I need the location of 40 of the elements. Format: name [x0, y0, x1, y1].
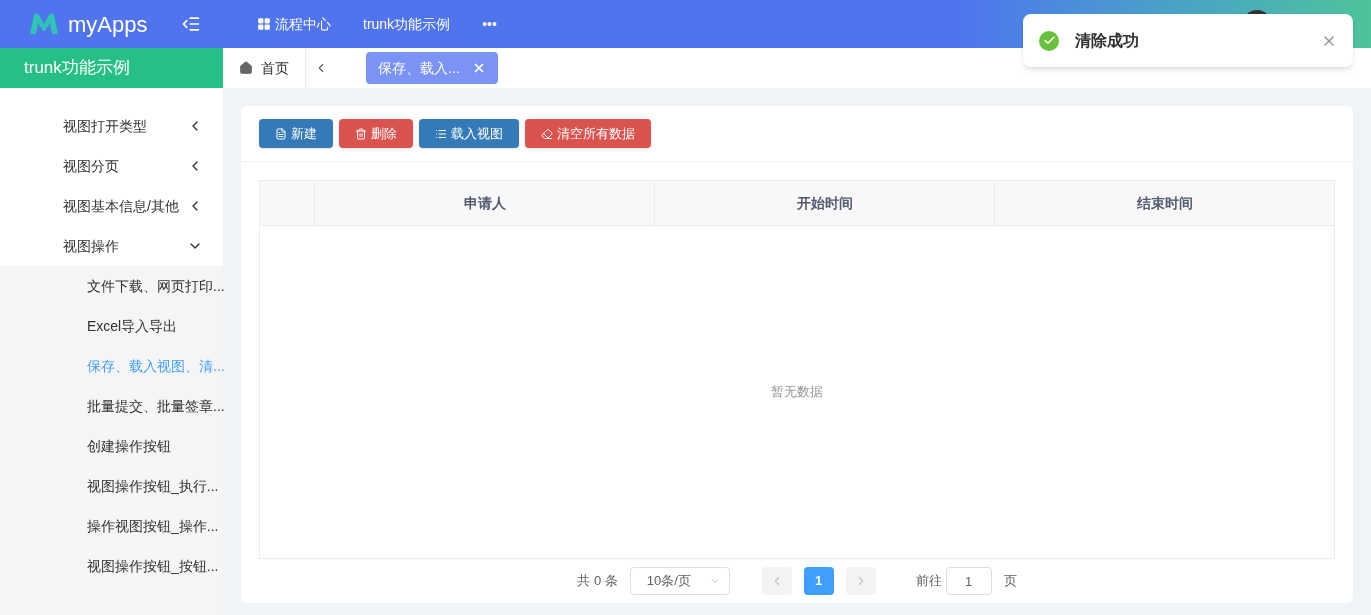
column-header: 结束时间	[1135, 193, 1194, 213]
column-header: 申请人	[315, 181, 655, 225]
eraser-icon	[541, 127, 553, 140]
document-icon	[275, 127, 287, 140]
home-icon	[239, 61, 253, 75]
menu-toggle-icon[interactable]	[181, 14, 201, 34]
sidebar-subitem[interactable]: 视图操作按钮_按钮...	[0, 546, 223, 586]
sidebar-title: trunk功能示例	[0, 48, 223, 88]
column-header: 开始时间	[655, 181, 995, 225]
toolbar-button[interactable]: 清空所有数据	[525, 119, 651, 148]
toast-message: 清除成功	[1075, 30, 1140, 51]
toolbar-button[interactable]: 载入视图	[419, 119, 519, 148]
sidebar-subitem[interactable]: 操作视图按钮_操作...	[0, 506, 223, 546]
logo-icon	[28, 12, 60, 36]
sidebar-item[interactable]: 视图基本信息/其他	[0, 186, 223, 226]
sidebar-item[interactable]: 视图打开类型	[0, 106, 223, 146]
toolbar-button[interactable]: 新建	[259, 119, 333, 148]
trash-icon	[355, 127, 367, 140]
sidebar-item[interactable]: 视图分页	[0, 146, 223, 186]
sidebar-subitem[interactable]: 创建操作按钮	[0, 426, 223, 466]
toolbar-button[interactable]: 删除	[339, 119, 413, 148]
empty-text: 暂无数据	[771, 383, 823, 402]
nav-item[interactable]: 流程中心	[241, 13, 347, 35]
page-unit: 页	[1003, 572, 1017, 591]
sidebar-subitem[interactable]: 文件下载、网页打印...	[0, 266, 223, 306]
goto-page-field[interactable]: 1	[945, 567, 992, 595]
grid-icon	[257, 17, 271, 31]
list-icon	[435, 127, 447, 140]
sidebar-subitem[interactable]: Excel导入导出	[0, 306, 223, 346]
logo-text: myApps	[68, 10, 148, 39]
home-tab[interactable]: 首页	[223, 48, 306, 88]
sidebar-item[interactable]: 视图操作	[0, 226, 223, 266]
goto-label: 前往	[915, 572, 942, 591]
nav-item[interactable]: •••	[466, 13, 513, 35]
nav-item[interactable]: trunk功能示例	[347, 13, 467, 35]
sidebar-subitem[interactable]: 视图操作按钮_执行...	[0, 466, 223, 506]
success-icon	[1039, 30, 1059, 51]
sidebar-subitem[interactable]: 批量提交、批量签章...	[0, 386, 223, 426]
total-count: 共 0 条	[577, 572, 618, 591]
page-size-select[interactable]: 10条/页	[629, 567, 730, 595]
